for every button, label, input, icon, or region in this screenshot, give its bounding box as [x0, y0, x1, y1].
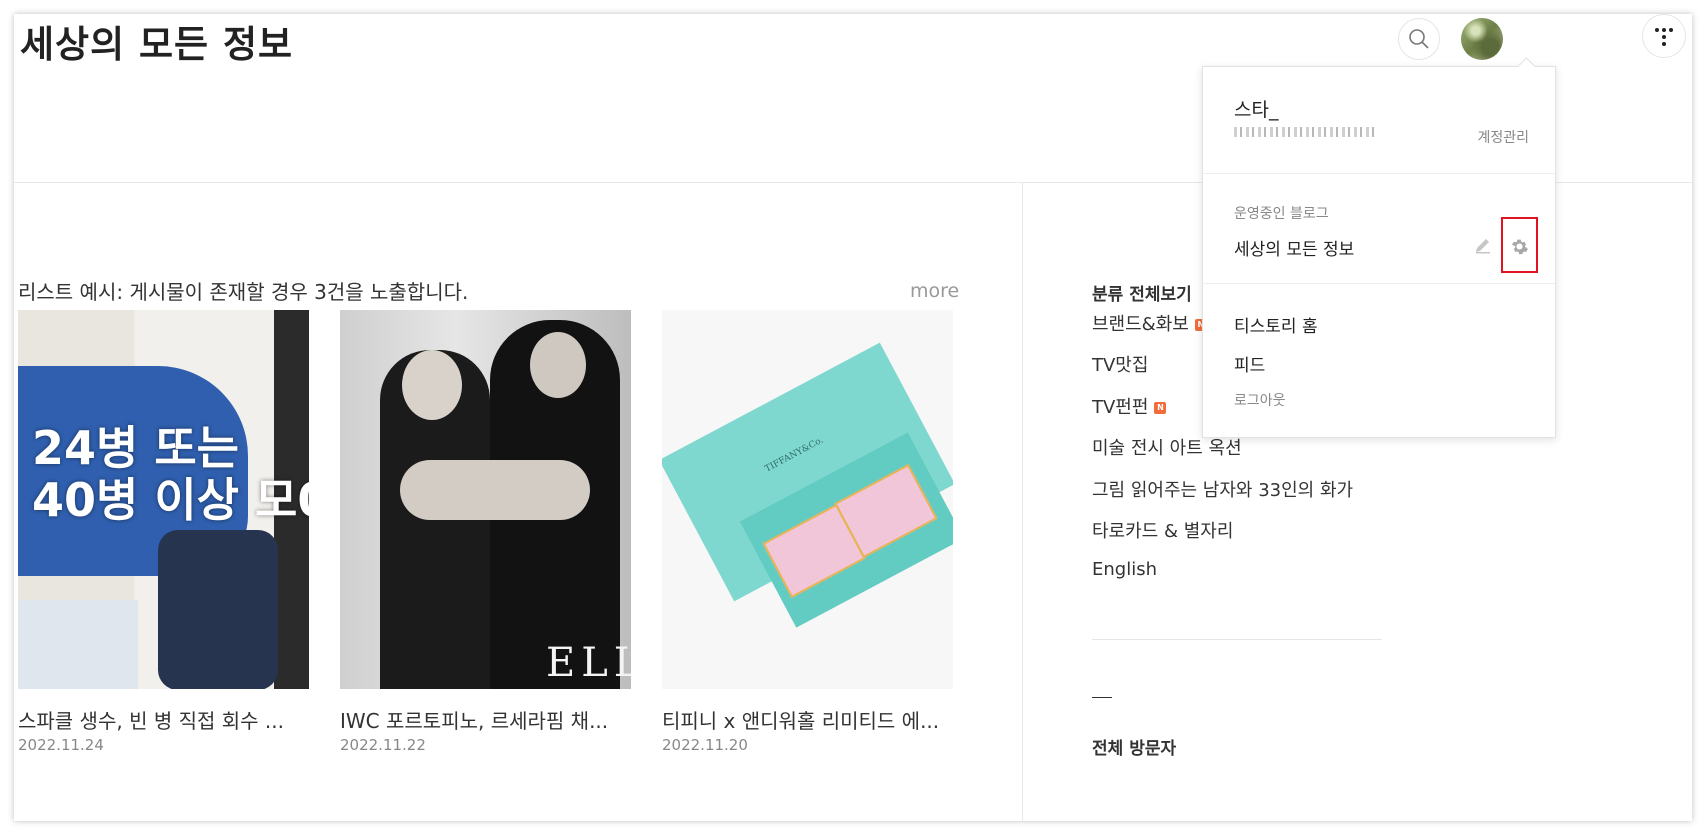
post-date: 2022.11.22: [340, 736, 426, 754]
post-title[interactable]: 스파클 생수, 빈 병 직접 회수 ...: [18, 705, 284, 734]
visitors-heading: 전체 방문자: [1092, 739, 1177, 759]
new-badge: N: [1154, 402, 1167, 414]
list-heading: 리스트 예시: 게시물이 존재할 경우 3건을 노출합니다.: [18, 280, 469, 304]
dropdown-caret: [1517, 57, 1536, 76]
search-icon: [1409, 29, 1429, 49]
post-date: 2022.11.24: [18, 736, 104, 754]
post-card[interactable]: ELLE IWC 포르토피노, 르세라핌 채... 2022.11.22: [340, 310, 632, 754]
post-date: 2022.11.20: [662, 736, 748, 754]
more-link[interactable]: more: [910, 280, 959, 302]
category-label: 미술 전시 아트 옥션: [1092, 438, 1242, 459]
column-divider: [1022, 182, 1023, 821]
post-card[interactable]: TIFFANY&Co. 티피니 x 앤디워홀 리미티드 에... 2022.11…: [662, 310, 954, 754]
gear-icon: [1511, 239, 1528, 255]
tistory-home-link[interactable]: 티스토리 홈: [1234, 312, 1318, 337]
pencil-icon[interactable]: [1473, 235, 1493, 259]
category-item[interactable]: English: [1092, 559, 1157, 580]
category-item[interactable]: TV펀펀 N: [1092, 393, 1167, 419]
dropdown-divider: [1203, 283, 1555, 284]
logout-link[interactable]: 로그아웃: [1234, 390, 1286, 410]
post-thumbnail[interactable]: TIFFANY&Co.: [662, 310, 953, 689]
category-label: 타로카드 & 별자리: [1092, 521, 1234, 542]
post-card[interactable]: 24병 또는 40병 이상 모0 스파클 생수, 빈 병 직접 회수 ... 20…: [18, 310, 310, 754]
thumbnail-caption: 24병 또는 40병 이상 모0: [32, 421, 309, 527]
account-settings-link[interactable]: 계정관리: [1477, 127, 1529, 147]
search-button[interactable]: [1398, 18, 1440, 60]
category-item[interactable]: TV맛집: [1092, 351, 1148, 377]
page-frame: 세상의 모든 정보 리스트 예시: 게시물이 존재할 경우 3건을 노출합니다.…: [14, 14, 1692, 821]
post-thumbnail[interactable]: 24병 또는 40병 이상 모0: [18, 310, 309, 689]
post-thumbnail[interactable]: ELLE: [340, 310, 631, 689]
blog-title[interactable]: 세상의 모든 정보: [20, 14, 293, 68]
category-item[interactable]: 그림 읽어주는 남자와 33인의 화가: [1092, 476, 1353, 502]
user-name: 스타_: [1234, 99, 1279, 121]
section-marker: [1092, 697, 1112, 698]
section-label: 운영중인 블로그: [1234, 206, 1329, 222]
category-label: TV맛집: [1092, 355, 1149, 376]
account-dropdown: 스타_ 계정관리 운영중인 블로그 세상의 모든 정보 티스토리 홈 피드 로그…: [1202, 57, 1556, 438]
managed-blog-link[interactable]: 세상의 모든 정보: [1234, 235, 1354, 260]
category-label: 그림 읽어주는 남자와 33인의 화가: [1092, 480, 1354, 501]
feed-link[interactable]: 피드: [1234, 351, 1265, 376]
post-title[interactable]: IWC 포르토피노, 르세라핌 채...: [340, 705, 608, 734]
user-email-masked: [1234, 127, 1374, 137]
blog-settings-button[interactable]: [1501, 217, 1538, 273]
category-label: 브랜드&화보: [1092, 314, 1189, 335]
post-title[interactable]: 티피니 x 앤디워홀 리미티드 에...: [662, 705, 939, 734]
magazine-logo: ELLE: [546, 640, 631, 686]
app-menu-button[interactable]: [1642, 14, 1686, 58]
category-all-link[interactable]: 분류 전체보기: [1092, 280, 1192, 305]
category-item[interactable]: 브랜드&화보 N: [1092, 310, 1207, 336]
avatar[interactable]: [1461, 18, 1503, 60]
category-label: English: [1092, 559, 1157, 580]
sidebar-divider: [1092, 639, 1382, 640]
category-label: TV펀펀: [1092, 397, 1149, 418]
dropdown-divider: [1203, 173, 1555, 174]
category-item[interactable]: 타로카드 & 별자리: [1092, 517, 1233, 543]
